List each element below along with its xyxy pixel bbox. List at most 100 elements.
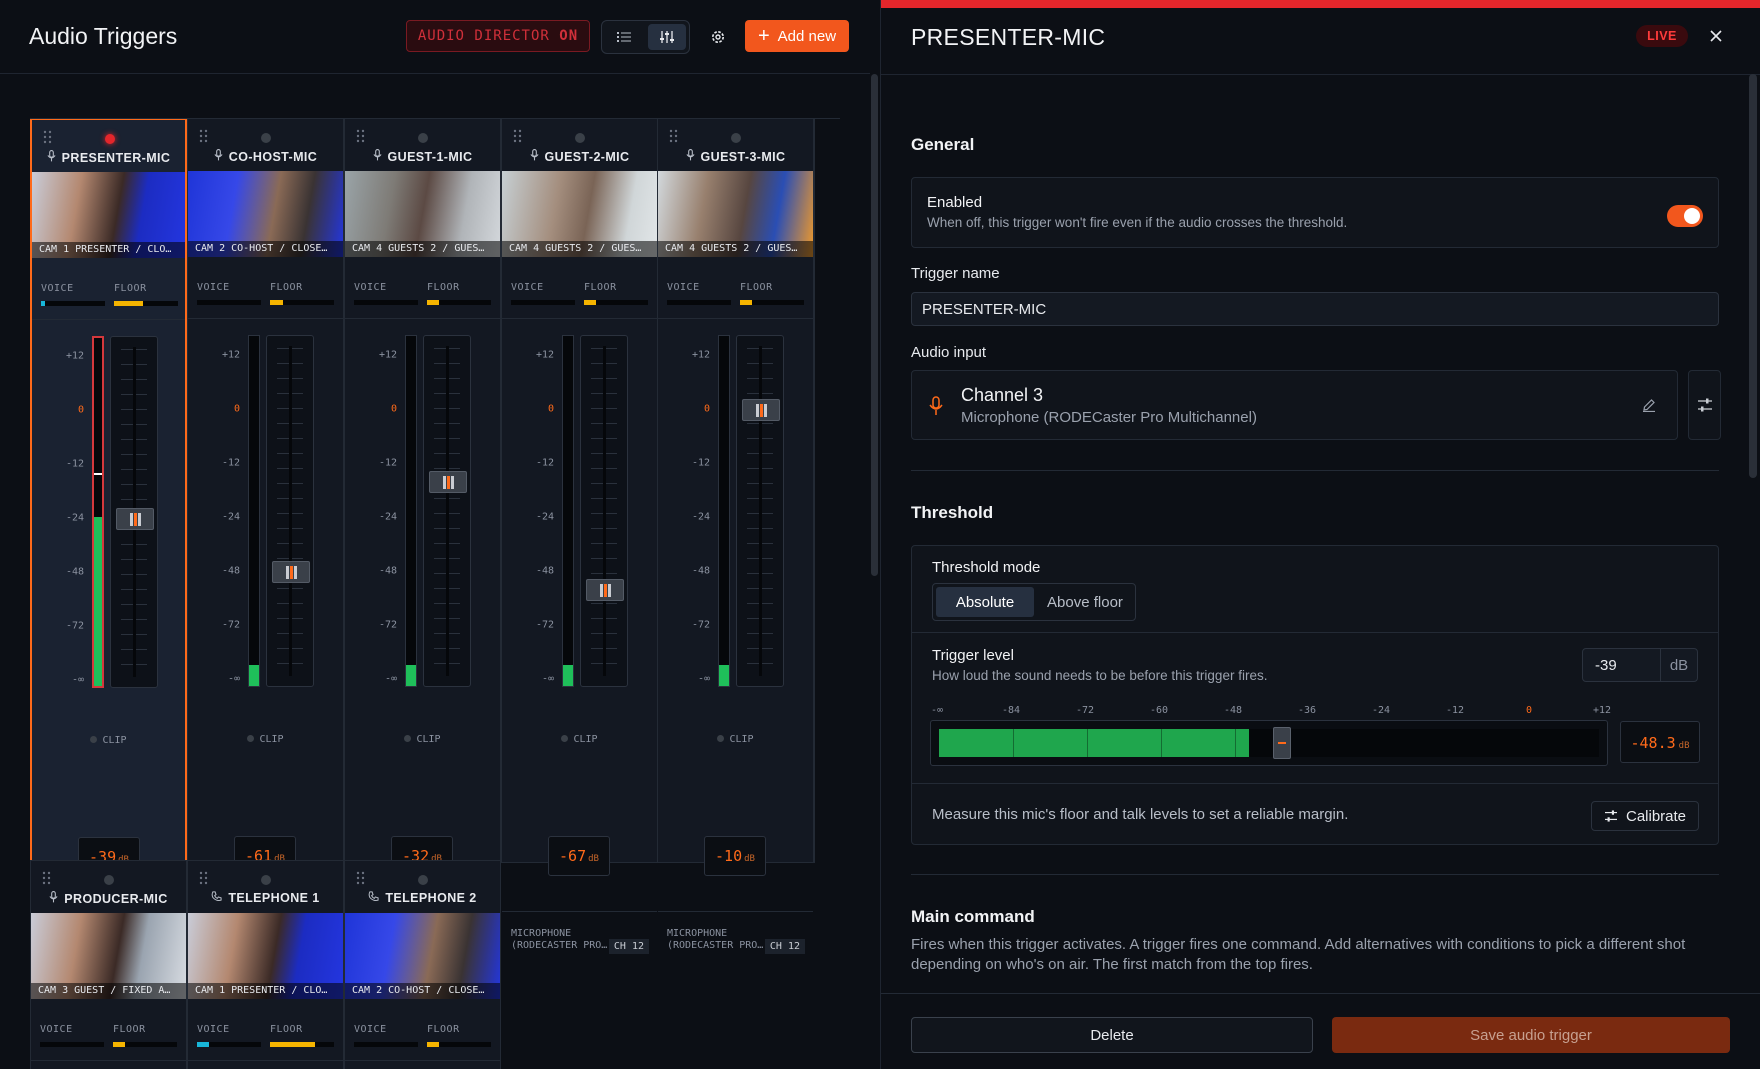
trigger-level-input[interactable]: -39 dB bbox=[1582, 648, 1698, 682]
audio-input-card[interactable]: Channel 3 Microphone (RODECaster Pro Mul… bbox=[911, 370, 1678, 440]
fader-track[interactable] bbox=[266, 335, 314, 687]
settings-button[interactable] bbox=[705, 24, 731, 50]
adjust-icon bbox=[1698, 398, 1712, 412]
strip-name: PRODUCER-MIC bbox=[31, 891, 186, 906]
scale-tick: -∞ bbox=[227, 673, 240, 685]
fader-track[interactable] bbox=[736, 335, 784, 687]
camera-thumbnail[interactable]: CAM 2 CO-HOST / CLOSE… bbox=[188, 171, 343, 257]
camera-thumbnail[interactable]: CAM 2 CO-HOST / CLOSE… bbox=[345, 913, 500, 999]
fader-knob[interactable] bbox=[429, 471, 467, 493]
db-value: -10 bbox=[715, 847, 743, 865]
fader-knob[interactable] bbox=[586, 579, 624, 601]
db-readout: -10 dB bbox=[704, 836, 766, 876]
scale-tick: -12 bbox=[65, 458, 84, 470]
drag-handle-icon[interactable] bbox=[199, 871, 208, 890]
strip-name: GUEST-3-MIC bbox=[658, 149, 813, 164]
drag-handle-icon[interactable] bbox=[356, 129, 365, 148]
scrollbar-thumb[interactable] bbox=[871, 74, 878, 576]
trigger-level-slider-knob[interactable] bbox=[1273, 727, 1291, 759]
enabled-toggle[interactable] bbox=[1667, 205, 1703, 227]
camera-thumbnail[interactable]: CAM 4 GUESTS 2 / GUES… bbox=[502, 171, 657, 257]
mic-icon bbox=[529, 149, 539, 164]
live-indicator-bar bbox=[881, 0, 1760, 8]
left-header: Audio Triggers AUDIO DIRECTOR ON + Add n… bbox=[0, 0, 870, 74]
audio-director-button[interactable]: AUDIO DIRECTOR ON bbox=[406, 20, 590, 52]
left-scrollbar[interactable] bbox=[870, 74, 879, 1069]
audio-director-state: ON bbox=[559, 28, 579, 44]
fader-slot bbox=[603, 346, 606, 676]
scale-tick: -72 bbox=[535, 619, 554, 631]
mixer-view-button[interactable] bbox=[647, 24, 686, 50]
scale-tick: +12 bbox=[221, 349, 240, 361]
level-scale-tick: -48 bbox=[1223, 705, 1243, 716]
list-view-button[interactable] bbox=[605, 24, 644, 50]
fader-track[interactable] bbox=[110, 336, 158, 688]
drag-handle-icon[interactable] bbox=[513, 129, 522, 148]
floor-label: FLOOR bbox=[270, 1024, 303, 1035]
camera-thumbnail[interactable]: CAM 1 PRESENTER / CLO… bbox=[188, 913, 343, 999]
voice-bar bbox=[354, 300, 418, 305]
fader-knob[interactable] bbox=[272, 561, 310, 583]
fader-knob[interactable] bbox=[742, 399, 780, 421]
drag-handle-icon[interactable] bbox=[356, 871, 365, 890]
trigger-strip[interactable]: CO-HOST-MIC CAM 2 CO-HOST / CLOSE… VOICE … bbox=[187, 118, 344, 963]
floor-bar bbox=[427, 300, 491, 305]
phone-icon bbox=[368, 891, 379, 905]
voice-label: VOICE bbox=[354, 1024, 387, 1035]
gear-icon bbox=[712, 31, 724, 43]
fader-track[interactable] bbox=[580, 335, 628, 687]
strip-name-label: PRODUCER-MIC bbox=[64, 891, 168, 906]
delete-button[interactable]: Delete bbox=[911, 1017, 1313, 1053]
floor-bar bbox=[740, 300, 804, 305]
trigger-strip[interactable]: TELEPHONE 2 CAM 2 CO-HOST / CLOSE… VOICE … bbox=[344, 860, 501, 1069]
trigger-strip[interactable]: PRODUCER-MIC CAM 3 GUEST / FIXED A… VOICE… bbox=[30, 860, 187, 1069]
pencil-icon[interactable] bbox=[1642, 398, 1656, 412]
camera-thumbnail[interactable]: CAM 4 GUESTS 2 / GUES… bbox=[345, 171, 500, 257]
meter-segment bbox=[1013, 729, 1014, 757]
drag-handle-icon[interactable] bbox=[43, 130, 52, 149]
drag-handle-icon[interactable] bbox=[669, 129, 678, 148]
camera-thumbnail[interactable]: CAM 4 GUESTS 2 / GUES… bbox=[658, 171, 813, 257]
trigger-level-meter[interactable] bbox=[930, 720, 1608, 766]
mode-absolute-button[interactable]: Absolute bbox=[936, 587, 1034, 617]
list-icon bbox=[617, 32, 632, 42]
voice-bar bbox=[667, 300, 731, 305]
mode-above-floor-button[interactable]: Above floor bbox=[1038, 587, 1132, 617]
level-scale-tick: -36 bbox=[1297, 705, 1317, 716]
save-audio-trigger-button[interactable]: Save audio trigger bbox=[1332, 1017, 1730, 1053]
mic-icon bbox=[929, 396, 943, 415]
input-settings-button[interactable] bbox=[1688, 370, 1721, 440]
strip-name-label: CO-HOST-MIC bbox=[228, 149, 318, 164]
meter-segment bbox=[1087, 729, 1088, 757]
trigger-strip[interactable]: TELEPHONE 1 CAM 1 PRESENTER / CLO… VOICE … bbox=[187, 860, 344, 1069]
trigger-strip[interactable]: GUEST-1-MIC CAM 4 GUESTS 2 / GUES… VOICE … bbox=[344, 118, 501, 963]
drag-handle-icon[interactable] bbox=[199, 129, 208, 148]
channel-badge: CH 12 bbox=[764, 939, 805, 954]
trigger-strip[interactable]: GUEST-2-MIC CAM 4 GUESTS 2 / GUES… VOICE … bbox=[501, 118, 658, 954]
drag-handle-icon[interactable] bbox=[42, 871, 51, 890]
trigger-name-input[interactable] bbox=[911, 292, 1719, 326]
divider bbox=[881, 74, 1760, 75]
scale-tick: -48 bbox=[65, 566, 84, 578]
fader-track[interactable] bbox=[423, 335, 471, 687]
clip-indicator: CLIP bbox=[502, 734, 657, 745]
add-new-button[interactable]: + Add new bbox=[745, 20, 849, 52]
trigger-strip[interactable]: GUEST-3-MIC CAM 4 GUESTS 2 / GUES… VOICE … bbox=[657, 118, 814, 954]
scale-tick: +12 bbox=[535, 349, 554, 361]
active-indicator bbox=[261, 875, 271, 885]
enabled-title: Enabled bbox=[927, 194, 983, 211]
fader-knob[interactable] bbox=[116, 508, 154, 530]
close-button[interactable] bbox=[1704, 24, 1728, 48]
camera-thumbnail[interactable]: CAM 1 PRESENTER / CLO… bbox=[32, 172, 185, 258]
floor-bar-fill bbox=[113, 1042, 125, 1047]
scale-tick: -∞ bbox=[384, 673, 397, 685]
scale-tick: -72 bbox=[691, 619, 710, 631]
floor-label: FLOOR bbox=[114, 283, 147, 294]
trigger-level-value[interactable]: -39 bbox=[1583, 649, 1661, 681]
trigger-strip[interactable]: PRESENTER-MIC CAM 1 PRESENTER / CLO… VOIC… bbox=[30, 118, 187, 964]
source-name: MICROPHONE (RODECASTER PRO… bbox=[511, 928, 608, 951]
scale-tick: -24 bbox=[221, 511, 240, 523]
panel-scrollbar-thumb[interactable] bbox=[1749, 74, 1757, 478]
calibrate-button[interactable]: Calibrate bbox=[1591, 801, 1699, 831]
camera-thumbnail[interactable]: CAM 3 GUEST / FIXED A… bbox=[31, 913, 186, 999]
